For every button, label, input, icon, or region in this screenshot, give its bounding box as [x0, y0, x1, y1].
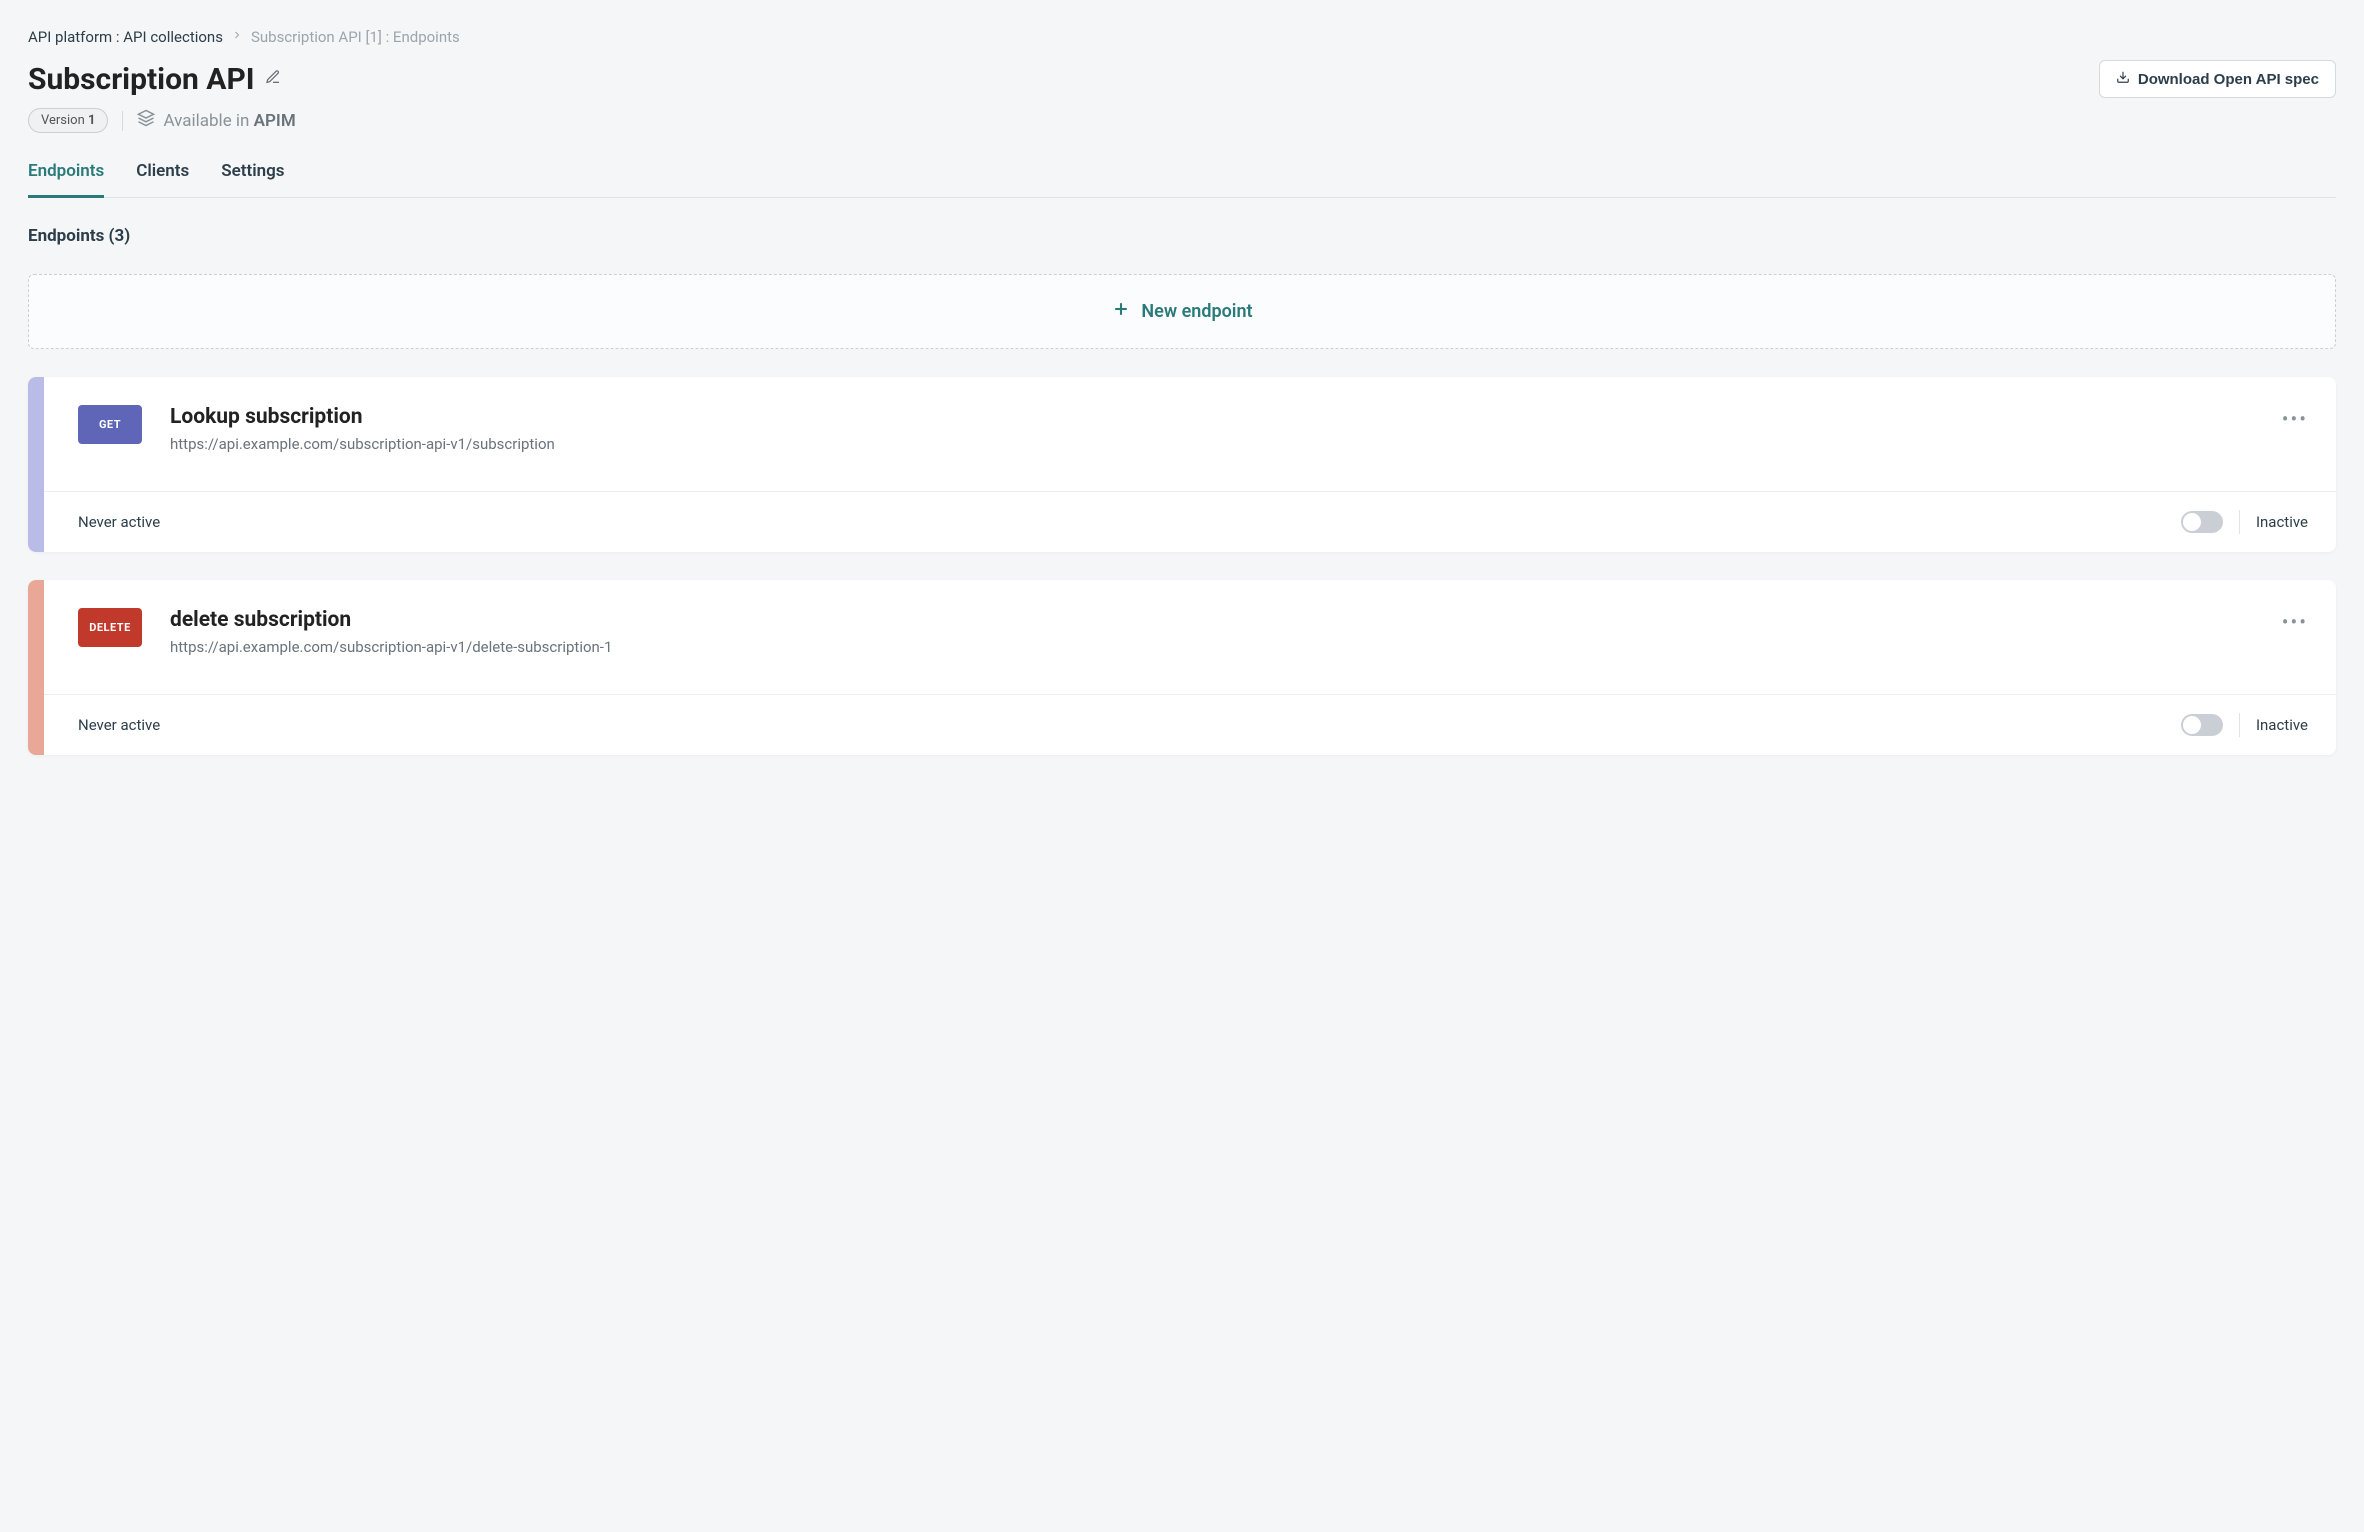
breadcrumb-root-link[interactable]: API platform : API collections [28, 28, 223, 46]
layers-icon [137, 109, 155, 132]
more-menu-icon[interactable]: ••• [2282, 608, 2308, 634]
method-badge-get: GET [78, 405, 142, 444]
endpoint-body: GET Lookup subscription https://api.exam… [44, 377, 2336, 552]
endpoint-stripe [28, 377, 44, 552]
endpoint-url: https://api.example.com/subscription-api… [170, 638, 2254, 656]
method-badge-delete: DELETE [78, 608, 142, 647]
endpoint-toggle[interactable] [2181, 511, 2223, 533]
endpoint-stripe [28, 580, 44, 755]
breadcrumb: API platform : API collections Subscript… [28, 28, 2336, 46]
endpoint-status-group: Inactive [2181, 713, 2308, 737]
endpoint-info: Lookup subscription https://api.example.… [170, 405, 2254, 453]
title-wrap: Subscription API [28, 62, 281, 97]
availability-target: APIM [254, 111, 296, 131]
endpoint-name[interactable]: Lookup subscription [170, 405, 2254, 429]
endpoint-name[interactable]: delete subscription [170, 608, 2254, 632]
divider [2239, 510, 2240, 534]
endpoint-footer: Never active Inactive [44, 491, 2336, 552]
endpoint-info: delete subscription https://api.example.… [170, 608, 2254, 656]
tab-clients[interactable]: Clients [136, 161, 189, 198]
plus-icon [1111, 299, 1131, 324]
availability-info: Available in APIM [137, 109, 295, 132]
tab-settings[interactable]: Settings [221, 161, 284, 198]
version-badge: Version 1 [28, 108, 108, 133]
breadcrumb-current: Subscription API [1] : Endpoints [251, 28, 460, 46]
version-number: 1 [88, 113, 95, 128]
tab-endpoints[interactable]: Endpoints [28, 161, 104, 198]
endpoint-activity: Never active [78, 513, 160, 531]
tabs: Endpoints Clients Settings [28, 161, 2336, 198]
new-endpoint-button[interactable]: New endpoint [28, 274, 2336, 349]
page-header: Subscription API Download Open API spec [28, 60, 2336, 98]
download-button-label: Download Open API spec [2138, 71, 2319, 88]
endpoint-top: DELETE delete subscription https://api.e… [44, 580, 2336, 694]
endpoint-url: https://api.example.com/subscription-api… [170, 435, 2254, 453]
endpoint-toggle[interactable] [2181, 714, 2223, 736]
endpoint-card: GET Lookup subscription https://api.exam… [28, 377, 2336, 552]
endpoint-footer: Never active Inactive [44, 694, 2336, 755]
availability-prefix: Available in [163, 111, 253, 131]
endpoint-status-label: Inactive [2256, 716, 2308, 734]
divider [2239, 713, 2240, 737]
more-menu-icon[interactable]: ••• [2282, 405, 2308, 431]
section-title: Endpoints (3) [28, 226, 2336, 246]
endpoint-activity: Never active [78, 716, 160, 734]
edit-icon[interactable] [265, 69, 281, 89]
chevron-right-icon [231, 29, 243, 45]
page-title: Subscription API [28, 62, 255, 97]
new-endpoint-label: New endpoint [1141, 301, 1252, 322]
download-openapi-button[interactable]: Download Open API spec [2099, 60, 2336, 98]
endpoint-status-group: Inactive [2181, 510, 2308, 534]
divider [122, 111, 123, 131]
download-icon [2116, 70, 2130, 88]
endpoint-top: GET Lookup subscription https://api.exam… [44, 377, 2336, 491]
meta-row: Version 1 Available in APIM [28, 108, 2336, 133]
endpoint-status-label: Inactive [2256, 513, 2308, 531]
endpoint-body: DELETE delete subscription https://api.e… [44, 580, 2336, 755]
endpoint-card: DELETE delete subscription https://api.e… [28, 580, 2336, 755]
version-prefix: Version [41, 113, 88, 128]
